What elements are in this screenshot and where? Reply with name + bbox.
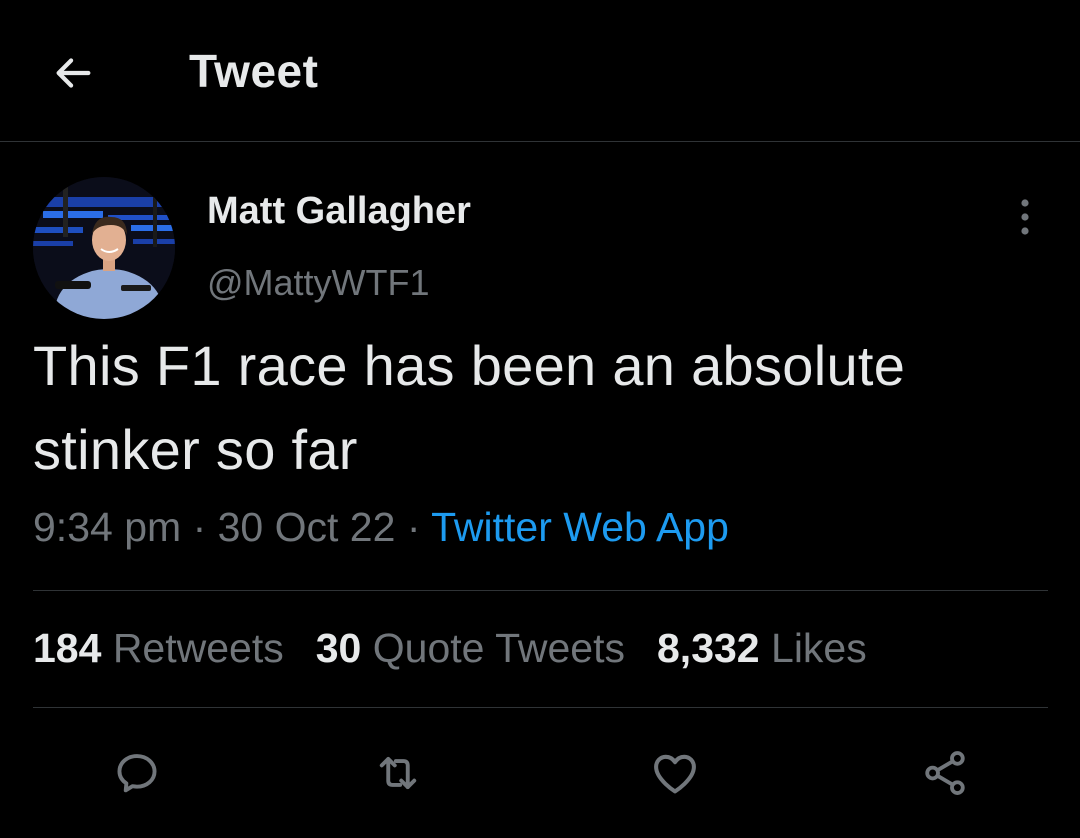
user-handle[interactable]: @MattyWTF1 — [207, 262, 430, 304]
arrow-left-icon — [56, 58, 91, 88]
reply-icon — [117, 754, 157, 793]
tweet-time[interactable]: 9:34 pm — [33, 504, 181, 550]
page-title: Tweet — [189, 45, 319, 97]
share-button[interactable] — [912, 740, 978, 806]
reply-button[interactable] — [104, 740, 170, 806]
likes-count: 8,332 — [657, 625, 760, 671]
retweets-stat[interactable]: 184 Retweets — [33, 625, 284, 671]
retweet-button[interactable] — [365, 740, 431, 806]
retweets-label: Retweets — [112, 625, 284, 671]
avatar[interactable] — [33, 177, 175, 319]
likes-label: Likes — [771, 625, 867, 671]
retweets-count: 184 — [33, 625, 102, 671]
heart-icon — [654, 754, 696, 794]
divider — [33, 707, 1048, 708]
top-bar: Tweet — [0, 0, 1080, 142]
like-button[interactable] — [642, 740, 708, 806]
meta-separator: · — [192, 504, 207, 550]
display-name[interactable]: Matt Gallagher — [207, 190, 471, 233]
profile-photo — [33, 177, 175, 319]
more-vertical-icon — [1021, 199, 1029, 235]
tweet-date[interactable]: 30 Oct 22 — [218, 504, 396, 550]
retweet-icon — [379, 756, 417, 790]
more-options-button[interactable] — [1004, 196, 1046, 238]
divider — [33, 590, 1048, 591]
share-icon — [925, 751, 965, 795]
engagement-stats: 184 Retweets 30 Quote Tweets 8,332 Likes — [33, 625, 899, 672]
quote-tweets-count: 30 — [315, 625, 362, 671]
tweet-metadata: 9:34 pm · 30 Oct 22 · Twitter Web App — [33, 504, 729, 551]
tweet-text: This F1 race has been an absolute stinke… — [33, 334, 906, 481]
tweet-source-link[interactable]: Twitter Web App — [431, 504, 729, 550]
likes-stat[interactable]: 8,332 Likes — [657, 625, 867, 671]
quote-tweets-stat[interactable]: 30 Quote Tweets — [316, 625, 625, 671]
meta-separator: · — [406, 504, 421, 550]
back-button[interactable] — [46, 46, 100, 100]
quote-tweets-label: Quote Tweets — [372, 625, 625, 671]
